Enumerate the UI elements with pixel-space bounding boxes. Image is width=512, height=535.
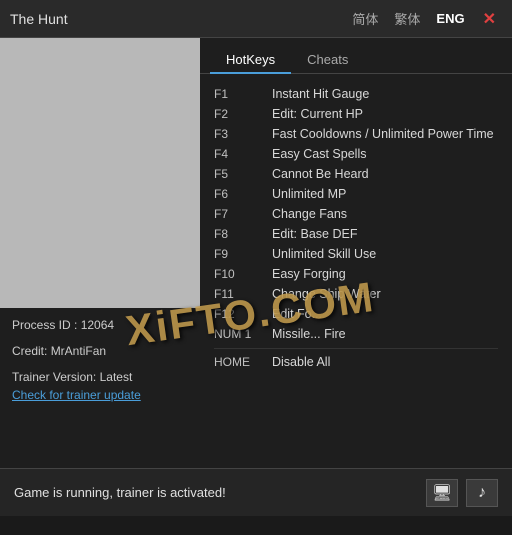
hotkey-label: Edit: Current HP [272,107,363,121]
hotkey-row: F4 Easy Cast Spells [214,144,498,164]
tab-hotkeys[interactable]: HotKeys [210,46,291,73]
hotkeys-list: F1Instant Hit GaugeF2Edit: Current HPF3F… [200,74,512,468]
hotkey-row: F10 Easy Forging [214,264,498,284]
music-icon[interactable]: ♪ [466,479,498,507]
hotkey-key: F8 [214,227,264,241]
hotkey-row: F6 Unlimited MP [214,184,498,204]
hotkey-label: Edit Fo... [272,307,322,321]
hotkey-label: Change Fans [272,207,347,221]
hotkey-key: F3 [214,127,264,141]
hotkey-label: Easy Forging [272,267,346,281]
hotkey-row: F7 Change Fans [214,204,498,224]
hotkey-row: F12 Edit Fo... [214,304,498,324]
hotkey-row: NUM 1 Missile... Fire [214,324,498,344]
hotkey-key: F6 [214,187,264,201]
window-title: The Hunt [10,11,68,27]
hotkey-label: Unlimited MP [272,187,346,201]
update-link[interactable]: Check for trainer update [12,388,188,402]
hotkey-key: F2 [214,107,264,121]
hotkey-label: Easy Cast Spells [272,147,366,161]
hotkey-label: Missile... Fire [272,327,346,341]
lang-traditional[interactable]: 繁体 [390,7,424,30]
hotkey-key: NUM 1 [214,327,264,341]
monitor-icon[interactable]: 🖥 [426,479,458,507]
trainer-version: Trainer Version: Latest [12,370,188,384]
hotkey-row: F5 Cannot Be Heard [214,164,498,184]
status-bar: Game is running, trainer is activated! 🖥… [0,468,512,516]
status-icons: 🖥 ♪ [426,479,498,507]
language-controls: 简体 繁体 ENG ✕ [348,7,502,31]
lang-simplified[interactable]: 简体 [348,7,382,30]
hotkey-key: HOME [214,355,264,369]
hotkey-row: F1 Instant Hit Gauge [214,84,498,104]
lang-english[interactable]: ENG [432,9,468,28]
hotkey-row: F8 Edit: Base DEF [214,224,498,244]
credit-label: Credit: [12,344,47,358]
process-id-value: 12064 [81,318,114,332]
right-panel: HotKeys Cheats F1 Instant Hit Gauge F2 Edit… [200,38,512,468]
hotkey-key: F11 [214,287,264,301]
hotkey-key: F4 [214,147,264,161]
credit-value: MrAntiFan [51,344,106,358]
hotkey-label: Change Ship Water [272,287,381,301]
hotkey-key: F10 [214,267,264,281]
hotkey-row: F11 Change Ship Water [214,284,498,304]
hotkey-label: Fast Cooldowns / Unlimited Power Time [272,127,494,141]
hotkey-key: F5 [214,167,264,181]
hotkey-label: Unlimited Skill Use [272,247,376,261]
hotkey-key: F7 [214,207,264,221]
left-panel: Process ID : 12064 Credit: MrAntiFan Tra… [0,38,200,468]
tab-cheats[interactable]: Cheats [291,46,364,73]
title-bar: The Hunt 简体 繁体 ENG ✕ [0,0,512,38]
hotkey-row: F2 Edit: Current HP [214,104,498,124]
process-id-row: Process ID : 12064 [12,318,188,332]
process-id-label: Process ID : [12,318,77,332]
credit-row: Credit: MrAntiFan [12,344,188,358]
process-info: Process ID : 12064 Credit: MrAntiFan Tra… [0,308,200,468]
hotkey-row: F9 Unlimited Skill Use [214,244,498,264]
hotkey-label: Instant Hit Gauge [272,87,369,101]
status-message: Game is running, trainer is activated! [14,485,226,500]
hotkey-label: Disable All [272,355,330,369]
hotkey-key: F1 [214,87,264,101]
hotkey-key: F9 [214,247,264,261]
hotkey-label: Cannot Be Heard [272,167,369,181]
hotkey-key: F12 [214,307,264,321]
hotkey-label: Edit: Base DEF [272,227,357,241]
main-area: Process ID : 12064 Credit: MrAntiFan Tra… [0,38,512,468]
game-image [0,38,200,308]
close-button[interactable]: ✕ [477,7,502,31]
tabs: HotKeys Cheats [200,38,512,74]
hotkey-row: HOME Disable All [214,348,498,369]
hotkey-row: F3 Fast Cooldowns / Unlimited Power Time [214,124,498,144]
